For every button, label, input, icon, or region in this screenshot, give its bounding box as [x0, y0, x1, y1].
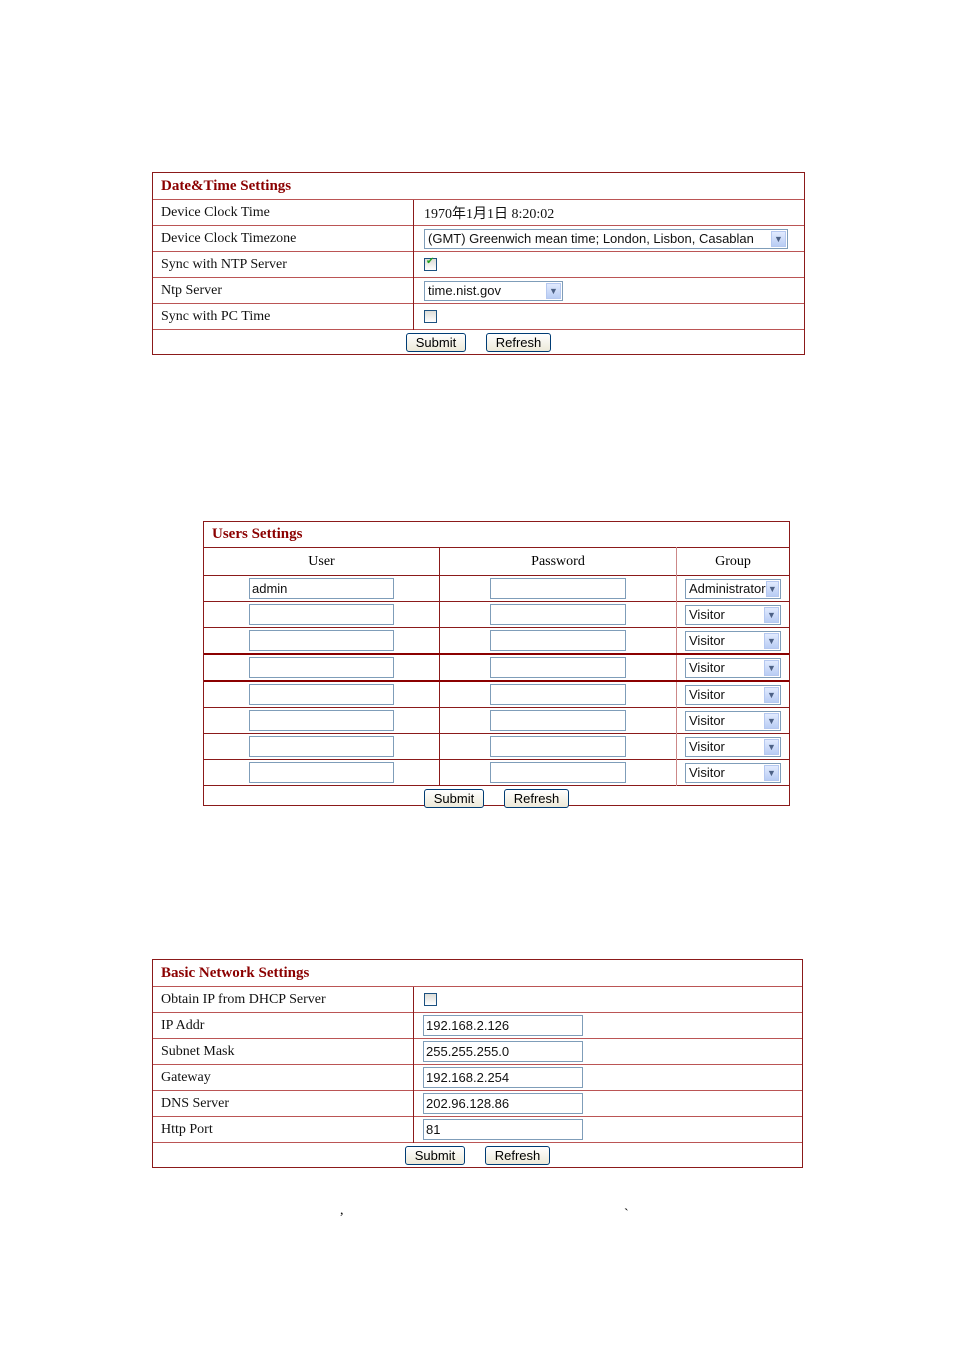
chevron-down-icon[interactable]: ▼ — [546, 282, 561, 299]
pc-sync-checkbox[interactable] — [424, 309, 437, 323]
clock-time-value: 1970年1月1日 8:20:02 — [413, 199, 804, 226]
group-value: Visitor — [689, 713, 725, 728]
network-submit-button[interactable]: Submit — [404, 1145, 466, 1165]
http-port-label: Http Port — [153, 1116, 414, 1143]
table-row: Visitor ▼ — [204, 680, 789, 708]
password-input[interactable] — [490, 630, 626, 651]
group-value: Visitor — [689, 633, 725, 648]
datetime-refresh-button[interactable]: Refresh — [485, 332, 552, 352]
column-header-user: User — [204, 547, 440, 576]
users-settings-panel: Users Settings User Password Group admin… — [203, 521, 790, 810]
datetime-title: Date&Time Settings — [153, 173, 804, 200]
group-select[interactable]: Visitor ▼ — [685, 604, 781, 625]
group-value: Visitor — [689, 765, 725, 780]
subnet-mask-label: Subnet Mask — [153, 1038, 414, 1065]
users-submit-button[interactable]: Submit — [423, 788, 485, 808]
user-input[interactable] — [249, 762, 394, 783]
group-select[interactable]: Visitor ▼ — [685, 684, 781, 705]
datetime-submit-button[interactable]: Submit — [405, 332, 467, 352]
dns-server-label: DNS Server — [153, 1090, 414, 1117]
ip-input[interactable]: 192.168.2.126 — [423, 1015, 583, 1036]
group-value: Visitor — [689, 687, 725, 702]
ntp-sync-label: Sync with NTP Server — [153, 251, 414, 278]
column-header-group: Group — [676, 547, 789, 576]
ntp-server-value: time.nist.gov — [428, 283, 501, 298]
chevron-down-icon[interactable]: ▼ — [771, 230, 786, 247]
chevron-down-icon[interactable]: ▼ — [765, 580, 779, 597]
group-value: Visitor — [689, 660, 725, 675]
group-select[interactable]: Administrator ▼ — [685, 578, 781, 599]
table-row: Visitor ▼ — [204, 653, 789, 681]
chevron-down-icon[interactable]: ▼ — [764, 738, 779, 755]
group-select[interactable]: Visitor ▼ — [685, 710, 781, 731]
subnet-mask-input[interactable]: 255.255.255.0 — [423, 1041, 583, 1062]
group-select[interactable]: Visitor ▼ — [685, 762, 781, 783]
chevron-down-icon[interactable]: ▼ — [764, 712, 779, 729]
user-input[interactable] — [249, 710, 394, 731]
user-input[interactable] — [249, 604, 394, 625]
password-input[interactable] — [490, 657, 626, 678]
ip-label: IP Addr — [153, 1012, 414, 1039]
users-title: Users Settings — [212, 526, 303, 542]
network-settings-panel: Basic Network Settings Obtain IP from DH… — [152, 959, 803, 1168]
ntp-server-label: Ntp Server — [153, 277, 414, 304]
user-input[interactable] — [249, 736, 394, 757]
group-select[interactable]: Visitor ▼ — [685, 657, 781, 678]
chevron-down-icon[interactable]: ▼ — [764, 764, 779, 781]
group-value: Administrator — [689, 581, 766, 596]
chevron-down-icon[interactable]: ▼ — [764, 659, 779, 676]
dhcp-label: Obtain IP from DHCP Server — [153, 986, 414, 1013]
chevron-down-icon[interactable]: ▼ — [764, 686, 779, 703]
table-row: Visitor ▼ — [204, 733, 789, 760]
comma-mark: , — [340, 1203, 344, 1218]
datetime-settings-panel: Date&Time Settings Device Clock Time 197… — [152, 172, 805, 355]
column-header-password: Password — [439, 547, 677, 576]
http-port-input[interactable]: 81 — [423, 1119, 583, 1140]
group-value: Visitor — [689, 739, 725, 754]
dhcp-checkbox[interactable] — [424, 992, 437, 1006]
password-input[interactable] — [490, 710, 626, 731]
password-input[interactable] — [490, 684, 626, 705]
user-input[interactable] — [249, 657, 394, 678]
table-row: Visitor ▼ — [204, 707, 789, 734]
password-input[interactable] — [490, 736, 626, 757]
ntp-server-select[interactable]: time.nist.gov ▼ — [424, 280, 563, 301]
table-row: Visitor ▼ — [204, 759, 789, 786]
password-input[interactable] — [490, 604, 626, 625]
group-select[interactable]: Visitor ▼ — [685, 630, 781, 651]
network-title: Basic Network Settings — [153, 960, 802, 987]
clock-time-label: Device Clock Time — [153, 199, 414, 226]
users-refresh-button[interactable]: Refresh — [503, 788, 570, 808]
table-row: Visitor ▼ — [204, 601, 789, 628]
dns-server-input[interactable]: 202.96.128.86 — [423, 1093, 583, 1114]
password-input[interactable] — [490, 762, 626, 783]
accent-mark: ` — [624, 1207, 629, 1222]
table-row: Visitor ▼ — [204, 627, 789, 654]
group-value: Visitor — [689, 607, 725, 622]
chevron-down-icon[interactable]: ▼ — [764, 632, 779, 649]
gateway-label: Gateway — [153, 1064, 414, 1091]
group-select[interactable]: Visitor ▼ — [685, 736, 781, 757]
timezone-label: Device Clock Timezone — [153, 225, 414, 252]
chevron-down-icon[interactable]: ▼ — [764, 606, 779, 623]
user-input[interactable] — [249, 684, 394, 705]
user-input[interactable]: admin — [249, 578, 394, 599]
gateway-input[interactable]: 192.168.2.254 — [423, 1067, 583, 1088]
timezone-value: (GMT) Greenwich mean time; London, Lisbo… — [428, 231, 754, 246]
timezone-select[interactable]: (GMT) Greenwich mean time; London, Lisbo… — [424, 228, 788, 249]
ntp-sync-checkbox[interactable] — [424, 256, 437, 271]
password-input[interactable] — [490, 578, 626, 599]
user-input[interactable] — [249, 630, 394, 651]
network-refresh-button[interactable]: Refresh — [484, 1145, 551, 1165]
pc-sync-label: Sync with PC Time — [153, 303, 414, 330]
table-row: admin Administrator ▼ — [204, 575, 789, 602]
